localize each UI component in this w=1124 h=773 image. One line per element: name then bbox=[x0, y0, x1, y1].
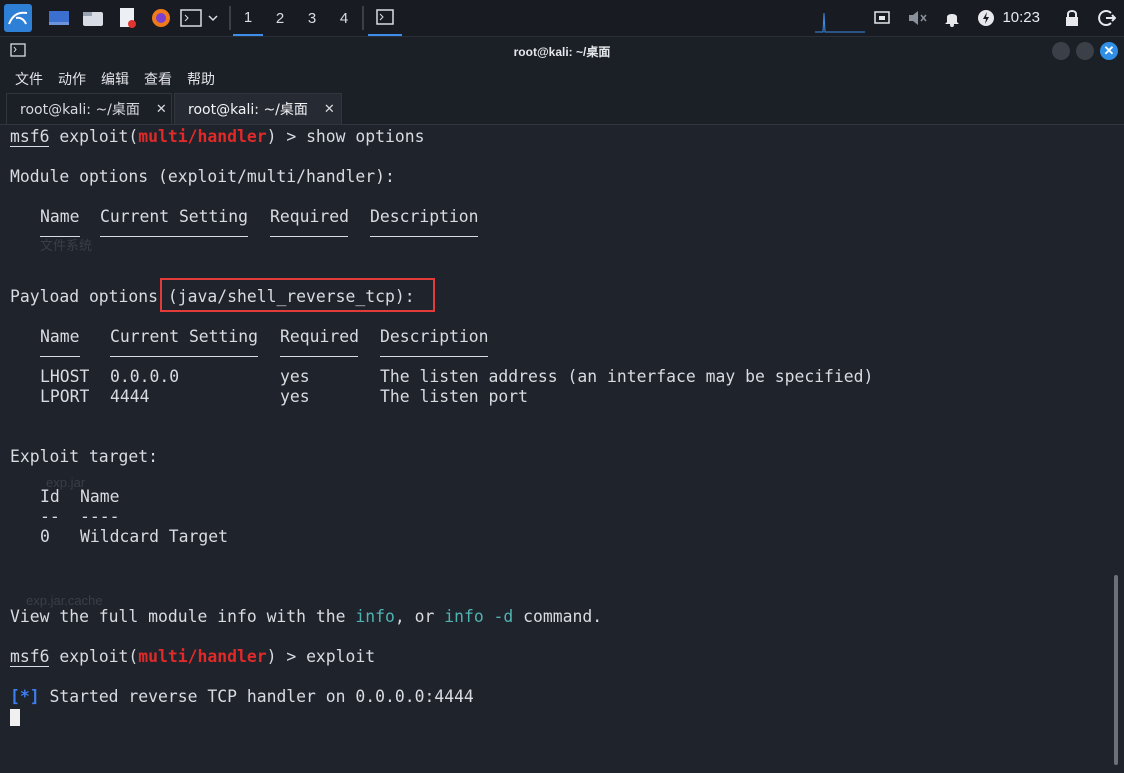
tab-close-icon[interactable]: ✕ bbox=[156, 102, 167, 117]
row-lport-description: The listen port bbox=[380, 387, 529, 406]
info-hint-line: View the full module info with the info,… bbox=[10, 607, 603, 626]
menu-edit[interactable]: 编辑 bbox=[101, 69, 129, 89]
window-titlebar[interactable]: root@kali: ~/桌面 bbox=[0, 37, 1124, 65]
volume-muted-icon[interactable] bbox=[906, 7, 928, 29]
row-lhost-setting: 0.0.0.0 bbox=[110, 367, 180, 386]
prompt-line: msf6 exploit(multi/handler) > show optio… bbox=[10, 127, 425, 147]
pay-header-description: Description bbox=[380, 327, 489, 346]
tab-label: root@kali: ~/桌面 bbox=[188, 102, 308, 118]
row-lport-setting: 4444 bbox=[110, 387, 150, 406]
panel-clock[interactable]: 10:23 bbox=[1002, 0, 1040, 36]
menu-actions[interactable]: 动作 bbox=[58, 69, 86, 89]
minimize-button[interactable] bbox=[1052, 42, 1070, 60]
target-header-id: Id bbox=[40, 487, 60, 506]
tab-terminal-2[interactable]: root@kali: ~/桌面 ✕ bbox=[174, 93, 342, 124]
maximize-button[interactable] bbox=[1076, 42, 1094, 60]
menu-bar: 文件 动作 编辑 查看 帮助 bbox=[0, 65, 1124, 92]
menu-file[interactable]: 文件 bbox=[15, 69, 43, 89]
row-lport-name: LPORT bbox=[40, 387, 90, 406]
pay-header-name: Name bbox=[40, 327, 80, 346]
desktop-ghost-label: 文件系统 bbox=[40, 238, 93, 253]
network-icon[interactable] bbox=[872, 7, 892, 29]
mod-header-description: Description bbox=[370, 207, 479, 226]
power-manager-icon[interactable] bbox=[976, 7, 996, 29]
header-underline bbox=[280, 356, 358, 357]
menu-help[interactable]: 帮助 bbox=[187, 69, 215, 89]
target-row-id: 0 bbox=[40, 527, 50, 546]
kali-menu-icon[interactable] bbox=[4, 4, 32, 32]
text-editor-icon[interactable] bbox=[114, 7, 140, 29]
pay-header-required: Required bbox=[280, 327, 359, 346]
tab-close-icon[interactable]: ✕ bbox=[324, 102, 335, 117]
highlight-box bbox=[160, 278, 435, 312]
terminal-cursor bbox=[10, 709, 20, 726]
target-dash-id: -- bbox=[40, 507, 60, 526]
tab-label: root@kali: ~/桌面 bbox=[20, 102, 140, 118]
mod-header-name: Name bbox=[40, 207, 80, 226]
header-underline bbox=[270, 236, 348, 237]
terminal-task-icon[interactable] bbox=[368, 0, 402, 36]
pay-header-setting: Current Setting bbox=[110, 327, 259, 346]
header-underline bbox=[370, 236, 478, 237]
exploit-target-heading: Exploit target: bbox=[10, 447, 159, 466]
top-panel: 1 2 3 4 10:23 bbox=[0, 0, 1124, 37]
row-lport-required: yes bbox=[280, 387, 310, 406]
row-lhost-description: The listen address (an interface may be … bbox=[380, 367, 874, 386]
window-title: root@kali: ~/桌面 bbox=[513, 45, 611, 59]
workspace-2[interactable]: 2 bbox=[265, 0, 295, 36]
file-manager-icon[interactable] bbox=[80, 7, 106, 29]
logout-icon[interactable] bbox=[1096, 7, 1118, 29]
mod-header-setting: Current Setting bbox=[100, 207, 249, 226]
notifications-bell-icon[interactable] bbox=[942, 7, 962, 29]
module-options-heading: Module options (exploit/multi/handler): bbox=[10, 167, 395, 186]
firefox-icon[interactable] bbox=[148, 7, 174, 29]
terminal-output[interactable]: 文件系统 exp.jar exp.jar.cache msf6 exploit(… bbox=[0, 125, 1124, 773]
show-desktop-icon[interactable] bbox=[46, 7, 72, 29]
menu-view[interactable]: 查看 bbox=[144, 69, 172, 89]
workspace-3[interactable]: 3 bbox=[297, 0, 327, 36]
terminal-launcher-icon[interactable] bbox=[179, 7, 221, 29]
status-line: [*] Started reverse TCP handler on 0.0.0… bbox=[10, 687, 474, 706]
header-underline bbox=[40, 236, 80, 237]
header-underline bbox=[100, 236, 248, 237]
header-underline bbox=[110, 356, 258, 357]
terminal-scrollbar[interactable] bbox=[1114, 575, 1118, 765]
header-underline bbox=[40, 356, 80, 357]
workspace-1[interactable]: 1 bbox=[233, 0, 263, 36]
row-lhost-required: yes bbox=[280, 367, 310, 386]
cpu-graph-icon bbox=[815, 3, 865, 33]
target-row-name: Wildcard Target bbox=[80, 527, 229, 546]
header-underline bbox=[380, 356, 488, 357]
target-dash-name: ---- bbox=[80, 507, 120, 526]
row-lhost-name: LHOST bbox=[40, 367, 90, 386]
close-button[interactable]: ✕ bbox=[1100, 42, 1118, 60]
tab-bar: root@kali: ~/桌面 ✕ root@kali: ~/桌面 ✕ bbox=[0, 92, 1124, 125]
lock-screen-icon[interactable] bbox=[1062, 7, 1082, 29]
workspace-4[interactable]: 4 bbox=[329, 0, 359, 36]
tab-terminal-1[interactable]: root@kali: ~/桌面 ✕ bbox=[6, 93, 172, 124]
target-header-name: Name bbox=[80, 487, 120, 506]
desktop-ghost-label: exp.jar.cache bbox=[26, 593, 103, 608]
prompt-line: msf6 exploit(multi/handler) > exploit bbox=[10, 647, 376, 667]
mod-header-required: Required bbox=[270, 207, 349, 226]
